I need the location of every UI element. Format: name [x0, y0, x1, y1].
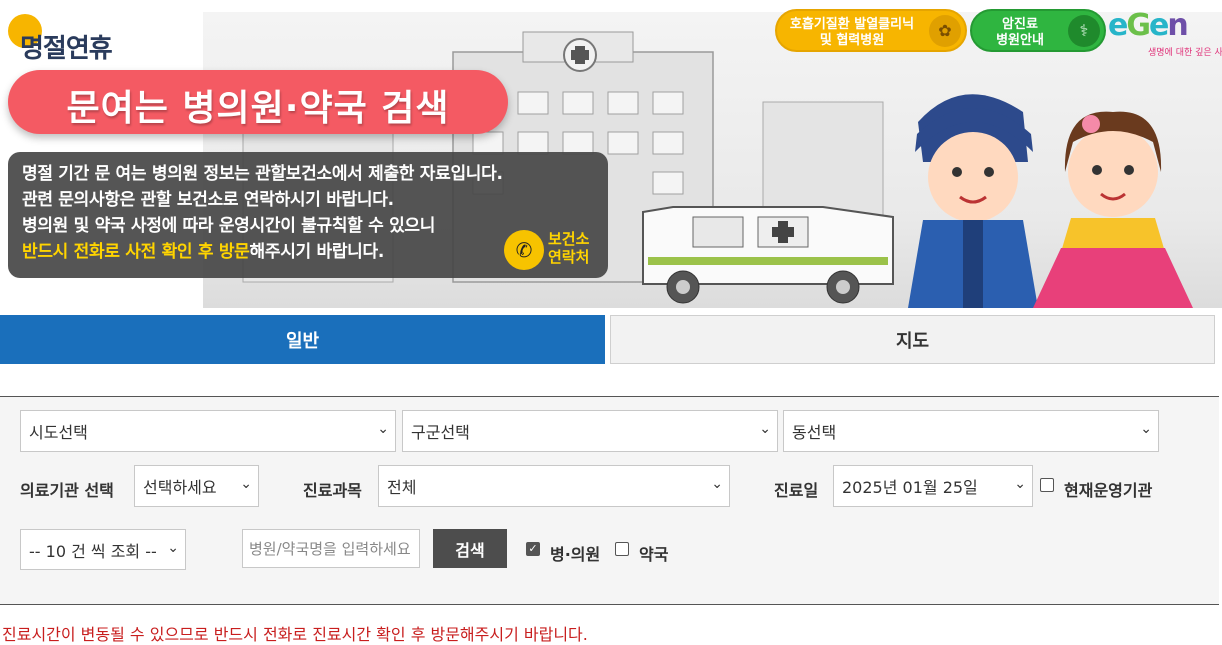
stethoscope-icon: ⚕	[1068, 15, 1100, 47]
info-notice-box: 명절 기간 문 여는 병의원 정보는 관할보건소에서 제출한 자료입니다. 관련…	[8, 152, 608, 278]
chevron-down-icon: ⌄	[1014, 476, 1026, 492]
tab-general[interactable]: 일반	[0, 315, 605, 364]
logo-text: 명절연휴	[20, 34, 113, 64]
date-label: 진료일	[774, 481, 819, 500]
org-type-select-value: 선택하세요	[143, 478, 217, 497]
notice-text: 진료시간이 변동될 수 있으므로 반드시 전화로 진료시간 확인 후 방문해주시…	[2, 625, 588, 644]
chevron-down-icon: ⌄	[240, 476, 252, 492]
egen-logo[interactable]: eGen 생명에 대한 깊은 사랑	[1108, 8, 1222, 58]
page-size-select[interactable]: -- 10 건 씩 조회 -- ⌄	[20, 529, 186, 570]
dong-select[interactable]: 동선택 ⌄	[783, 410, 1159, 452]
health-center-contact-link[interactable]: 보건소 연락처	[548, 230, 589, 266]
egen-logo-letters: eGen	[1108, 8, 1189, 43]
cancer-hospital-label-2: 병원안내	[996, 33, 1044, 48]
chevron-down-icon: ⌄	[711, 476, 723, 492]
page-title: 문여는 병의원·약국 검색	[8, 70, 508, 134]
search-button[interactable]: 검색	[433, 529, 507, 568]
call-label-2: 연락처	[548, 248, 590, 266]
banner: 명절연휴 문여는 병의원·약국 검색 명절 기간 문 여는 병의원 정보는 관할…	[0, 0, 1222, 312]
gugun-select-value: 구군선택	[411, 423, 470, 442]
date-select[interactable]: 2025년 01월 25일 ⌄	[833, 465, 1033, 507]
cancer-hospital-button[interactable]: 암진료 병원안내 ⚕	[970, 9, 1106, 52]
department-label: 진료과목	[303, 481, 362, 500]
egen-slogan: 생명에 대한 깊은 사랑	[1148, 48, 1222, 58]
fever-clinic-button[interactable]: 호흡기질환 발열클리닉 및 협력병원 ✿	[775, 9, 967, 52]
dong-select-value: 동선택	[792, 423, 837, 442]
open-now-checkbox[interactable]	[1040, 478, 1054, 492]
open-now-label: 현재운영기관	[1064, 481, 1153, 500]
name-search-input[interactable]: 병원/약국명을 입력하세요	[242, 529, 420, 568]
info-line-2: 관련 문의사항은 관할 보건소로 연락하시기 바랍니다.	[22, 190, 394, 210]
cancer-hospital-label-1: 암진료	[1002, 17, 1038, 32]
pharmacy-checkbox-label: 약국	[639, 545, 669, 564]
sido-select[interactable]: 시도선택 ⌄	[20, 410, 396, 452]
date-select-value: 2025년 01월 25일	[842, 478, 978, 497]
call-label-1: 보건소	[548, 230, 590, 248]
org-type-select[interactable]: 선택하세요 ⌄	[134, 465, 259, 507]
info-line-1: 명절 기간 문 여는 병의원 정보는 관할보건소에서 제출한 자료입니다.	[22, 164, 503, 184]
info-highlight: 반드시 전화로 사전 확인 후 방문	[22, 242, 250, 262]
info-line-4-rest: 해주시기 바랍니다.	[249, 242, 385, 262]
page-size-select-value: -- 10 건 씩 조회 --	[29, 541, 157, 561]
phone-icon[interactable]: ✆	[504, 230, 544, 270]
lungs-icon: ✿	[929, 15, 961, 47]
chevron-down-icon: ⌄	[1140, 421, 1152, 437]
department-select[interactable]: 전체 ⌄	[378, 465, 730, 507]
fever-clinic-label-1: 호흡기질환 발열클리닉	[789, 17, 915, 32]
department-select-value: 전체	[387, 478, 417, 497]
hospital-checkbox[interactable]: ✓	[526, 542, 540, 556]
fever-clinic-label-2: 및 협력병원	[819, 33, 885, 48]
hospital-checkbox-label: 병·의원	[550, 545, 601, 564]
gugun-select[interactable]: 구군선택 ⌄	[402, 410, 778, 452]
chevron-down-icon: ⌄	[377, 421, 389, 437]
tab-map[interactable]: 지도	[610, 315, 1215, 364]
page-title-text: 문여는 병의원·약국 검색	[66, 88, 450, 129]
chevron-down-icon: ⌄	[167, 540, 179, 556]
org-type-label: 의료기관 선택	[20, 481, 114, 500]
info-line-3: 병의원 및 약국 사정에 따라 운영시간이 불규칙할 수 있으니	[22, 216, 436, 236]
sido-select-value: 시도선택	[29, 423, 88, 442]
pharmacy-checkbox[interactable]	[615, 542, 629, 556]
chevron-down-icon: ⌄	[759, 421, 771, 437]
